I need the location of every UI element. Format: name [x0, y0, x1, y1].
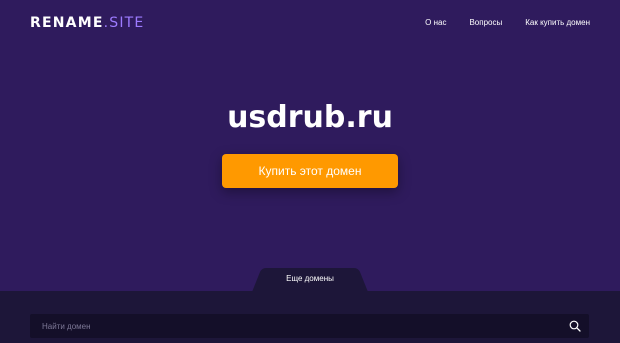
nav-link-how-to-buy[interactable]: Как купить домен	[525, 17, 590, 28]
domain-search-box	[30, 314, 589, 338]
main-nav: О нас Вопросы Как купить домен	[425, 17, 590, 28]
search-icon[interactable]	[569, 320, 581, 332]
more-domains-panel	[0, 291, 620, 343]
logo-main: RENAME	[30, 15, 104, 31]
more-domains-tab-label: Еще домены	[286, 274, 334, 283]
domain-search-input[interactable]	[30, 314, 560, 338]
nav-link-about[interactable]: О нас	[425, 17, 446, 28]
domain-title: usdrub.ru	[227, 100, 393, 135]
logo-accent: .SITE	[103, 15, 145, 31]
buy-domain-button[interactable]: Купить этот домен	[222, 154, 398, 188]
header: RENAME.SITE О нас Вопросы Как купить дом…	[0, 0, 620, 46]
more-domains-tab[interactable]: Еще домены	[252, 268, 368, 292]
page: RENAME.SITE О нас Вопросы Как купить дом…	[0, 0, 620, 343]
nav-link-questions[interactable]: Вопросы	[469, 17, 502, 28]
site-logo[interactable]: RENAME.SITE	[30, 14, 144, 32]
